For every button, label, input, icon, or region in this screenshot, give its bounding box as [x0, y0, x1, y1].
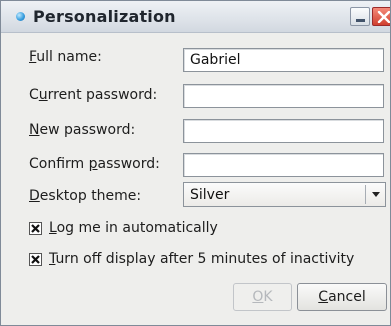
- auto-login-checkbox[interactable]: [29, 222, 42, 235]
- desktop-theme-select[interactable]: Silver: [183, 182, 386, 207]
- chevron-down-icon[interactable]: [372, 192, 380, 197]
- desktop-theme-label: Desktop theme:: [29, 188, 142, 204]
- combo-divider: [365, 185, 366, 204]
- full-name-label: Full name:: [29, 49, 102, 65]
- desktop-theme-value: Silver: [190, 187, 230, 203]
- full-name-field[interactable]: Gabriel: [183, 48, 384, 72]
- close-icon: [377, 11, 390, 23]
- app-icon: [16, 12, 25, 21]
- minimize-button[interactable]: [350, 7, 370, 26]
- display-off-label: Turn off display after 5 minutes of inac…: [49, 251, 355, 267]
- display-off-checkbox[interactable]: [29, 253, 42, 266]
- cancel-button[interactable]: Cancel: [297, 283, 387, 311]
- current-password-label: Current password:: [29, 87, 158, 103]
- current-password-field[interactable]: [183, 84, 384, 108]
- minimize-icon: [356, 19, 365, 22]
- confirm-password-field[interactable]: [183, 153, 384, 177]
- check-mark-icon: [31, 255, 40, 264]
- window-title: Personalization: [33, 7, 176, 26]
- title-bar[interactable]: Personalization: [1, 1, 390, 33]
- new-password-label: New password:: [29, 122, 136, 138]
- full-name-value: Gabriel: [190, 52, 241, 68]
- new-password-field[interactable]: [183, 119, 384, 143]
- close-button[interactable]: [372, 7, 390, 26]
- check-mark-icon: [31, 224, 40, 233]
- confirm-password-label: Confirm password:: [29, 156, 160, 172]
- ok-button[interactable]: OK: [233, 283, 292, 311]
- auto-login-label: Log me in automatically: [49, 220, 218, 236]
- personalization-dialog: Personalization Full name: Gabriel Curre…: [0, 0, 391, 326]
